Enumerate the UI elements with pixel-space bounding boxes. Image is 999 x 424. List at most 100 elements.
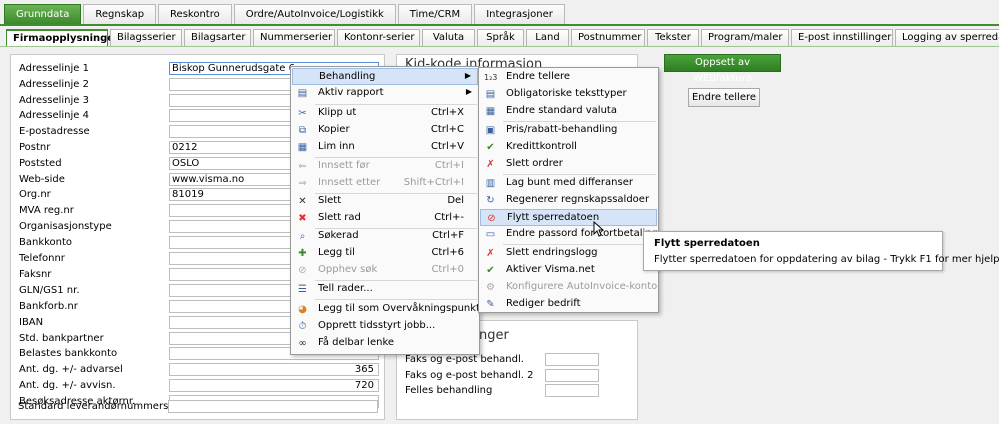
field-label: Adresselinje 3 bbox=[19, 95, 89, 106]
submenu-item-slett-ordrer[interactable]: ✗ Slett ordrer bbox=[480, 156, 657, 173]
menu-item-label: Obligatoriske teksttyper bbox=[506, 88, 627, 99]
tab-nummerserier[interactable]: Nummerserier bbox=[253, 29, 335, 46]
menu-item-label: Konfigurere AutoInvoice-konto bbox=[506, 281, 658, 292]
menu-item-opphev-sok[interactable]: ⊘ Opphev søk Ctrl+0 bbox=[292, 262, 478, 279]
submenu-item-regenerer-saldoer[interactable]: ↻ Regenerer regnskapssaldoer bbox=[480, 192, 657, 209]
shortcut-label: Del bbox=[447, 195, 464, 206]
submenu-item-obligatoriske-teksttyper[interactable]: ▤ Obligatoriske teksttyper bbox=[480, 86, 657, 103]
price-discount-icon: ▣ bbox=[485, 125, 496, 136]
menu-item-klipp-ut[interactable]: ✂ Klipp ut Ctrl+X bbox=[292, 105, 478, 122]
menu-item-label: Rediger bedrift bbox=[506, 298, 581, 309]
days-reject-input[interactable]: 720 bbox=[169, 379, 379, 392]
tab-time-crm[interactable]: Time/CRM bbox=[397, 4, 473, 24]
tab-tekster[interactable]: Tekster bbox=[647, 29, 699, 46]
days-warning-input[interactable]: 365 bbox=[169, 363, 379, 376]
submenu-item-flytt-sperredato[interactable]: ⊘ Flytt sperredatoen bbox=[480, 209, 657, 226]
sub-tabs: Firmaopplysninger Bilagsserier Bilagsart… bbox=[6, 29, 999, 46]
submenu-item-konfigurere-autoinvoice[interactable]: ⚙ Konfigurere AutoInvoice-konto bbox=[480, 279, 657, 296]
menu-item-label: Få delbar lenke bbox=[318, 337, 395, 348]
menu-item-behandling[interactable]: Behandling ▶ bbox=[292, 68, 478, 85]
submenu-item-lag-bunt[interactable]: ▥ Lag bunt med differanser bbox=[480, 175, 657, 192]
form-row: Faks og e-post behandl. bbox=[405, 353, 605, 369]
submenu-item-standard-valuta[interactable]: ▦ Endre standard valuta bbox=[480, 103, 657, 120]
tab-grunndata[interactable]: Grunndata bbox=[4, 4, 82, 24]
menu-item-tidsstyrt-jobb[interactable]: ⏱ Opprett tidsstyrt jobb... bbox=[292, 318, 478, 335]
tab-integrasjoner[interactable]: Integrasjoner bbox=[474, 4, 565, 24]
menu-item-label: Pris/rabatt-behandling bbox=[506, 124, 618, 135]
menu-item-label: Legg til bbox=[318, 247, 355, 258]
lock-date-icon: ⊘ bbox=[487, 213, 496, 224]
submenu-item-slett-endringslogg[interactable]: ✗ Slett endringslogg bbox=[480, 245, 657, 262]
tab-firmaopplysninger[interactable]: Firmaopplysninger bbox=[6, 29, 119, 46]
menu-item-kopier[interactable]: ⧉ Kopier Ctrl+C bbox=[292, 122, 478, 139]
menu-item-delbar-lenke[interactable]: ∞ Få delbar lenke bbox=[292, 335, 478, 352]
menu-item-innsett-for[interactable]: ⇐ Innsett før Ctrl+I bbox=[292, 158, 478, 175]
pie-chart-icon: ◕ bbox=[298, 304, 307, 315]
webfaktura-setup-button[interactable]: Oppsett av WEBfaktura bbox=[664, 54, 781, 84]
tab-bilagsserier[interactable]: Bilagsserier bbox=[110, 29, 182, 46]
tooltip: Flytt sperredatoen Flytter sperredatoen … bbox=[643, 231, 999, 271]
std-supplier-series-input[interactable] bbox=[168, 400, 378, 413]
menu-item-label: Regenerer regnskapssaldoer bbox=[506, 194, 650, 205]
menu-item-label: Opphev søk bbox=[318, 264, 378, 275]
counter-icon: 1₂3 bbox=[484, 73, 498, 82]
tab-land[interactable]: Land bbox=[526, 29, 569, 46]
change-counters-button[interactable]: Endre tellere bbox=[688, 88, 760, 107]
link-icon: ∞ bbox=[298, 338, 307, 349]
module-tabs: Grunndata Regnskap Reskontro Ordre/AutoI… bbox=[4, 4, 565, 26]
clear-search-icon: ⊘ bbox=[298, 265, 307, 276]
tab-valuta[interactable]: Valuta bbox=[422, 29, 475, 46]
gear-icon: ⚙ bbox=[486, 282, 495, 293]
regenerate-icon: ↻ bbox=[486, 195, 495, 206]
menu-item-aktiv-rapport[interactable]: ▤ Aktiv rapport ▶ bbox=[292, 85, 478, 102]
shortcut-label: Ctrl+6 bbox=[431, 247, 464, 258]
submenu-item-endre-tellere[interactable]: 1₂3 Endre tellere bbox=[480, 69, 657, 86]
submenu-item-pris-rabatt[interactable]: ▣ Pris/rabatt-behandling bbox=[480, 122, 657, 139]
field-label: Ant. dg. +/- avvisn. bbox=[19, 380, 116, 391]
tab-program-maler[interactable]: Program/maler bbox=[701, 29, 789, 46]
menu-item-tell-rader[interactable]: ☰ Tell rader... bbox=[292, 281, 478, 298]
menu-item-slett[interactable]: ✕ Slett Del bbox=[292, 193, 478, 210]
form-row: Faks og e-post behandl. 2 bbox=[405, 369, 605, 385]
menu-item-label: Endre passord for kortbetaling bbox=[506, 228, 659, 239]
common-handling-input[interactable] bbox=[545, 384, 599, 397]
menu-item-slett-rad[interactable]: ✖ Slett rad Ctrl+- bbox=[292, 210, 478, 227]
menu-item-lim-inn[interactable]: ▦ Lim inn Ctrl+V bbox=[292, 139, 478, 156]
menu-item-label: Kopier bbox=[318, 124, 350, 135]
field-label: GLN/GS1 nr. bbox=[19, 285, 80, 296]
submenu-item-aktiver-visma[interactable]: ✔ Aktiver Visma.net bbox=[480, 262, 657, 279]
tab-logging-sperredato[interactable]: Logging av sperredato bbox=[895, 29, 999, 46]
submenu-item-endre-passord[interactable]: ▭ Endre passord for kortbetaling bbox=[480, 226, 659, 243]
menu-item-label: Innsett før bbox=[318, 160, 370, 171]
tab-epost-innstillinger[interactable]: E-post innstillinger bbox=[791, 29, 893, 46]
menu-item-label: Slett ordrer bbox=[506, 158, 563, 169]
tab-ordre[interactable]: Ordre/AutoInvoice/Logistikk bbox=[233, 4, 396, 24]
field-label: Org.nr bbox=[19, 189, 51, 200]
clock-icon: ⏱ bbox=[298, 321, 307, 332]
tooltip-body: Flytter sperredatoen for oppdatering av … bbox=[654, 254, 999, 265]
fax-email-2-input[interactable] bbox=[545, 369, 599, 382]
add-icon: ✚ bbox=[298, 248, 307, 259]
field-label: Bankforb.nr bbox=[19, 301, 78, 312]
menu-item-legg-til[interactable]: ✚ Legg til Ctrl+6 bbox=[292, 245, 478, 262]
tab-bilagsarter[interactable]: Bilagsarter bbox=[184, 29, 251, 46]
menu-item-innsett-etter[interactable]: ⇒ Innsett etter Shift+Ctrl+I bbox=[292, 175, 478, 192]
fax-email-1-input[interactable] bbox=[545, 353, 599, 366]
menu-item-label: Slett endringslogg bbox=[506, 247, 598, 258]
field-label: Adresselinje 4 bbox=[19, 110, 89, 121]
submenu-item-kredittkontroll[interactable]: ✔ Kredittkontroll bbox=[480, 139, 657, 156]
shortcut-label: Ctrl+- bbox=[434, 212, 464, 223]
delete-log-icon: ✗ bbox=[486, 248, 495, 259]
tab-sprak[interactable]: Språk bbox=[477, 29, 524, 46]
shortcut-label: Ctrl+X bbox=[430, 107, 464, 118]
tab-kontonr-serier[interactable]: Kontonr-serier bbox=[337, 29, 420, 46]
fax-email-title: nger bbox=[479, 328, 509, 343]
tab-regnskap[interactable]: Regnskap bbox=[83, 4, 157, 24]
field-label: Poststed bbox=[19, 158, 62, 169]
menu-item-overvakningspunkt[interactable]: ◕ Legg til som Overvåkningspunkt... bbox=[292, 301, 489, 318]
menu-item-sokerad[interactable]: ⌕ Søkerad Ctrl+F bbox=[292, 228, 478, 245]
menu-item-label: Tell rader... bbox=[318, 283, 373, 294]
tab-reskontro[interactable]: Reskontro bbox=[158, 4, 232, 24]
submenu-item-rediger-bedrift[interactable]: ✎ Rediger bedrift bbox=[480, 296, 657, 313]
tab-postnummer[interactable]: Postnummer bbox=[571, 29, 645, 46]
